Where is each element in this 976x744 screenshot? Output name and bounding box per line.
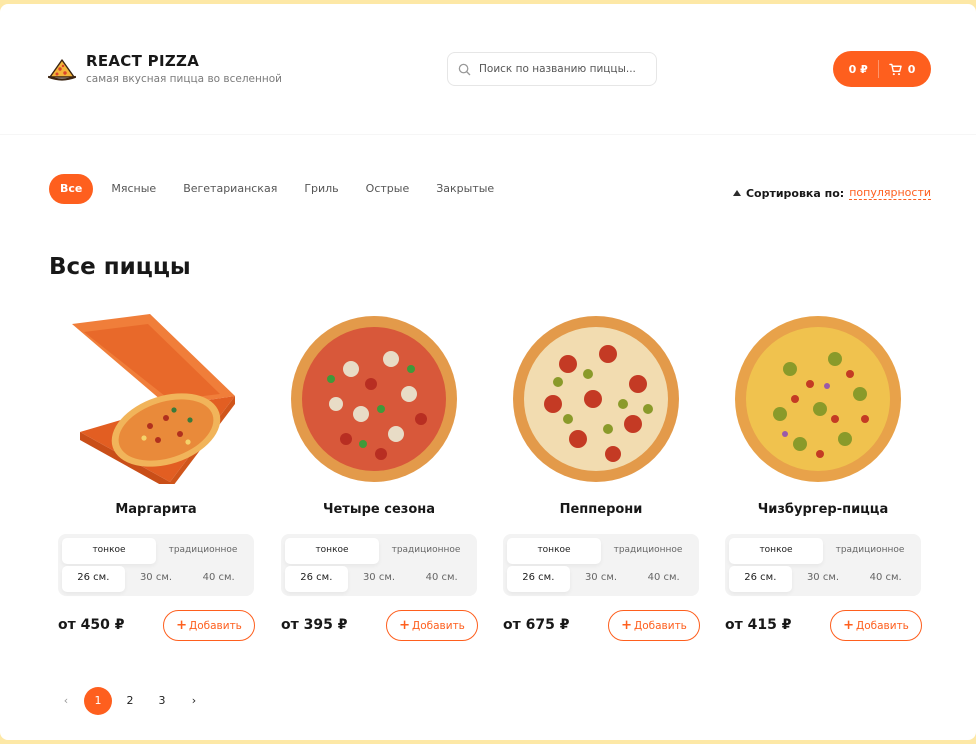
sort-control: Сортировка по: популярности — [732, 186, 931, 200]
category-meat[interactable]: Мясные — [111, 174, 156, 204]
dough-row: тонкое традиционное — [285, 538, 473, 564]
size-40-option[interactable]: 40 см. — [410, 566, 473, 592]
plus-icon: + — [399, 618, 411, 633]
size-26-option[interactable]: 26 см. — [285, 566, 348, 592]
category-grill[interactable]: Гриль — [304, 174, 338, 204]
page-title: Все пиццы — [49, 254, 191, 280]
pizza-mushrooms-image — [291, 316, 457, 482]
pizza-price: от 395 ₽ — [281, 617, 348, 633]
dough-traditional-option[interactable]: традиционное — [379, 538, 473, 564]
pagination: ‹ 1 2 3 › — [52, 687, 212, 715]
pizza-box-image — [72, 314, 235, 484]
size-row: 26 см. 30 см. 40 см. — [62, 566, 250, 592]
dough-thin-option[interactable]: тонкое — [62, 538, 156, 564]
category-spicy[interactable]: Острые — [366, 174, 410, 204]
page-wrapper: REACT PIZZA самая вкусная пицца во вселе… — [0, 4, 976, 740]
page-1-button[interactable]: 1 — [84, 687, 112, 715]
dough-thin-option[interactable]: тонкое — [285, 538, 379, 564]
pizza-name: Пепперони — [559, 502, 643, 517]
pizza-name: Четыре сезона — [322, 502, 436, 517]
header: REACT PIZZA самая вкусная пицца во вселе… — [0, 4, 976, 135]
size-30-option[interactable]: 30 см. — [125, 566, 188, 592]
cart-button[interactable]: 0 ₽ 0 — [833, 51, 931, 87]
next-page-icon[interactable]: › — [180, 687, 208, 715]
size-26-option[interactable]: 26 см. — [507, 566, 570, 592]
cart-count: 0 — [907, 62, 916, 76]
dough-row: тонкое традиционное — [62, 538, 250, 564]
size-30-option[interactable]: 30 см. — [348, 566, 411, 592]
add-to-cart-button[interactable]: + Добавить — [608, 610, 700, 641]
search-box[interactable] — [447, 52, 657, 86]
dough-row: тонкое традиционное — [507, 538, 695, 564]
dough-thin-option[interactable]: тонкое — [729, 538, 823, 564]
pizza-name: Маргарита — [115, 502, 197, 517]
size-row: 26 см. 30 см. 40 см. — [729, 566, 917, 592]
plus-icon: + — [176, 618, 188, 633]
size-26-option[interactable]: 26 см. — [62, 566, 125, 592]
add-button-label: Добавить — [634, 619, 687, 632]
size-26-option[interactable]: 26 см. — [729, 566, 792, 592]
dough-traditional-option[interactable]: традиционное — [823, 538, 917, 564]
sort-arrow-icon[interactable] — [732, 190, 741, 196]
pizza-price: от 675 ₽ — [503, 617, 570, 633]
add-button-label: Добавить — [189, 619, 242, 632]
pizza-logo-icon — [48, 58, 76, 81]
size-40-option[interactable]: 40 см. — [632, 566, 695, 592]
prev-page-icon[interactable]: ‹ — [52, 687, 80, 715]
search-input[interactable] — [479, 63, 649, 75]
dough-traditional-option[interactable]: традиционное — [601, 538, 695, 564]
logo-subtitle: самая вкусная пицца во вселенной — [86, 73, 282, 85]
add-to-cart-button[interactable]: + Добавить — [386, 610, 478, 641]
pizza-options: тонкое традиционное 26 см. 30 см. 40 см. — [725, 534, 921, 596]
add-button-label: Добавить — [412, 619, 465, 632]
pizza-options: тонкое традиционное 26 см. 30 см. 40 см. — [281, 534, 477, 596]
category-closed[interactable]: Закрытые — [436, 174, 494, 204]
pizza-name: Чизбургер-пицца — [757, 502, 889, 517]
add-to-cart-button[interactable]: + Добавить — [830, 610, 922, 641]
cart-divider — [877, 60, 879, 78]
plus-icon: + — [621, 618, 633, 633]
pizza-cheeseburger-image — [735, 316, 901, 482]
sort-value[interactable]: популярности — [849, 186, 931, 200]
size-40-option[interactable]: 40 см. — [854, 566, 917, 592]
size-row: 26 см. 30 см. 40 см. — [285, 566, 473, 592]
category-list: Все Мясные Вегетарианская Гриль Острые З… — [49, 174, 521, 204]
logo-title: REACT PIZZA — [86, 52, 200, 70]
add-to-cart-button[interactable]: + Добавить — [163, 610, 255, 641]
logo[interactable]: REACT PIZZA самая вкусная пицца во вселе… — [48, 52, 282, 85]
sort-label: Сортировка по: — [745, 186, 845, 200]
size-row: 26 см. 30 см. 40 см. — [507, 566, 695, 592]
category-all[interactable]: Все — [49, 174, 94, 204]
page-2-button[interactable]: 2 — [116, 687, 144, 715]
add-button-label: Добавить — [856, 619, 909, 632]
category-vegetarian[interactable]: Вегетарианская — [183, 174, 277, 204]
plus-icon: + — [843, 618, 855, 633]
cart-total: 0 ₽ — [848, 62, 868, 76]
cart-icon — [888, 63, 902, 75]
size-30-option[interactable]: 30 см. — [792, 566, 855, 592]
pizza-options: тонкое традиционное 26 см. 30 см. 40 см. — [503, 534, 699, 596]
size-30-option[interactable]: 30 см. — [570, 566, 633, 592]
page-3-button[interactable]: 3 — [148, 687, 176, 715]
dough-row: тонкое традиционное — [729, 538, 917, 564]
search-icon — [458, 63, 471, 75]
size-40-option[interactable]: 40 см. — [187, 566, 250, 592]
pizza-options: тонкое традиционное 26 см. 30 см. 40 см. — [58, 534, 254, 596]
pizza-price: от 450 ₽ — [58, 617, 125, 633]
pizza-price: от 415 ₽ — [725, 617, 792, 633]
dough-thin-option[interactable]: тонкое — [507, 538, 601, 564]
dough-traditional-option[interactable]: традиционное — [156, 538, 250, 564]
pizza-pepperoni-image — [513, 316, 679, 482]
